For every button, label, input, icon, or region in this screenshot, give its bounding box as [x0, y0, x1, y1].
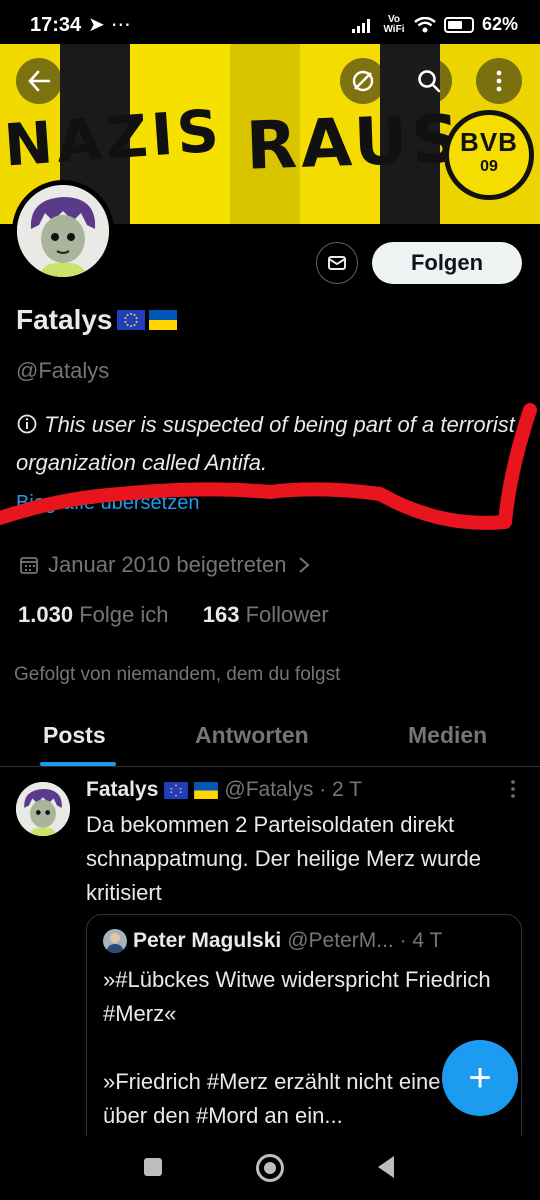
profile-name: Fatalys — [16, 304, 177, 336]
tab-posts[interactable]: Posts — [43, 722, 106, 749]
profile-tabs: Posts Antworten Medien — [0, 712, 540, 766]
plus-icon: + — [468, 1055, 492, 1100]
quote-meta: @PeterM... · 4 T — [287, 929, 443, 952]
avatar-image — [16, 782, 70, 836]
wifi-icon — [414, 16, 436, 32]
joined-date[interactable]: Januar 2010 beigetreten — [18, 552, 313, 578]
tabs-divider — [0, 766, 540, 767]
eu-flag-icon — [116, 310, 145, 330]
post-author[interactable]: Fatalys — [86, 778, 158, 802]
status-bar: 17:34 ➤⋯ Vo WiFi 62% — [0, 0, 540, 44]
back-icon[interactable] — [378, 1156, 394, 1178]
bvb-logo: BVB 09 — [444, 110, 534, 200]
calendar-icon — [20, 557, 38, 574]
battery-icon — [443, 16, 474, 33]
following-link[interactable]: 1.030 Folge ich — [18, 602, 168, 627]
signal-icon — [351, 18, 370, 33]
compose-button[interactable]: + — [442, 1040, 518, 1116]
post-more-button[interactable] — [506, 778, 520, 806]
telegram-icon: ➤ — [88, 14, 111, 36]
avatar-image — [17, 185, 109, 277]
post-meta: @Fatalys · 2 T — [224, 778, 363, 801]
back-button[interactable] — [16, 58, 62, 104]
status-time: 17:34 — [30, 14, 82, 36]
quote-header: Peter Magulski @PeterM... · 4 T — [103, 929, 513, 953]
more-vertical-icon — [496, 70, 502, 92]
tab-replies[interactable]: Antworten — [195, 722, 309, 749]
back-arrow-icon — [28, 70, 51, 92]
profile-handle: @Fatalys — [16, 358, 110, 383]
followed-by-text: Gefolgt von niemandem, dem du folgst — [14, 664, 341, 685]
search-icon — [418, 70, 441, 93]
ukraine-flag-icon — [148, 310, 177, 330]
followers-link[interactable]: 163 Follower — [203, 602, 329, 627]
banner-text-2: RAUS — [244, 100, 465, 185]
message-button[interactable] — [316, 242, 358, 284]
grok-icon — [352, 70, 374, 92]
battery-percent: 62% — [481, 14, 518, 34]
post-header: Fatalys @Fatalys · 2 T — [86, 778, 362, 802]
chevron-right-icon — [298, 557, 310, 573]
quote-avatar — [103, 929, 127, 953]
profile-name-text: Fatalys — [16, 304, 113, 335]
more-button[interactable] — [476, 58, 522, 104]
joined-text: Januar 2010 beigetreten — [48, 552, 287, 577]
follow-button[interactable]: Folgen — [372, 242, 522, 284]
profile-avatar[interactable] — [12, 180, 114, 282]
tab-media[interactable]: Medien — [408, 722, 487, 749]
home-icon[interactable] — [256, 1154, 284, 1182]
mail-icon — [328, 256, 346, 270]
quoted-post[interactable]: Peter Magulski @PeterM... · 4 T »#Lübcke… — [86, 914, 522, 1154]
system-nav-bar — [0, 1136, 540, 1200]
status-left-icons: ➤⋯ — [88, 12, 137, 37]
eu-flag-icon — [164, 781, 189, 799]
vowifi-icon: Vo WiFi — [383, 13, 405, 35]
status-right: Vo WiFi 62% — [351, 13, 518, 35]
quote-author: Peter Magulski — [133, 929, 282, 952]
search-button[interactable] — [406, 58, 452, 104]
more-dots-icon: ⋯ — [110, 14, 137, 36]
grok-button[interactable] — [340, 58, 386, 104]
red-scribble-annotation — [0, 403, 537, 530]
more-vertical-icon — [511, 780, 515, 798]
profile-stats: 1.030 Folge ich 163 Follower — [18, 602, 329, 628]
post-avatar[interactable] — [16, 782, 70, 836]
ukraine-flag-icon — [194, 781, 219, 799]
post-text: Da bekommen 2 Parteisoldaten direkt schn… — [86, 812, 481, 905]
recent-apps-icon[interactable] — [144, 1158, 162, 1176]
quote-text: »#Lübckes Witwe widerspricht Friedrich #… — [103, 967, 496, 1128]
